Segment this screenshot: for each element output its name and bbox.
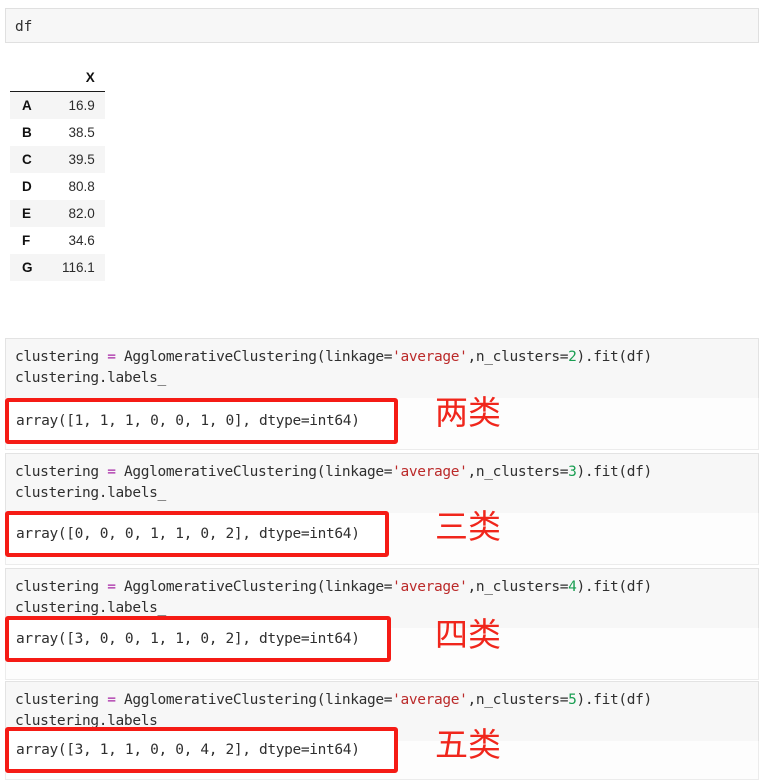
code-suffix: ).fit(df) — [576, 692, 653, 708]
table-corner-cell — [10, 68, 56, 92]
code-var-name: clustering — [15, 692, 108, 708]
code-number-literal: 4 — [568, 579, 577, 595]
code-suffix: ).fit(df) — [576, 349, 653, 365]
table-cell-value: 38.5 — [56, 119, 105, 146]
table-cell-value: 16.9 — [56, 91, 105, 119]
code-cell-clustering-3[interactable]: clustering = AgglomerativeClustering(lin… — [5, 453, 759, 514]
table-row-index: A — [10, 91, 56, 119]
code-call-expression: AgglomerativeClustering(linkage= — [115, 464, 393, 480]
table-row: A 16.9 — [10, 91, 105, 119]
table-cell-value: 82.0 — [56, 200, 105, 227]
code-number-literal: 3 — [568, 464, 577, 480]
code-operator: = — [107, 579, 116, 595]
table-row-index: E — [10, 200, 56, 227]
table-row-index: C — [10, 146, 56, 173]
table-row: C 39.5 — [10, 146, 105, 173]
code-arg-separator: ,n_clusters= — [467, 579, 569, 595]
code-suffix: ).fit(df) — [576, 579, 653, 595]
code-arg-separator: ,n_clusters= — [467, 692, 569, 708]
table-row: G 116.1 — [10, 254, 105, 281]
table-row: F 34.6 — [10, 227, 105, 254]
output-highlight-box-1: array([1, 1, 1, 0, 0, 1, 0], dtype=int64… — [5, 398, 398, 444]
table-cell-value: 116.1 — [56, 254, 105, 281]
code-var-name: clustering — [15, 579, 108, 595]
code-arg-separator: ,n_clusters= — [467, 464, 569, 480]
code-operator: = — [107, 349, 116, 365]
code-var-name: clustering — [15, 464, 108, 480]
code-var-name: clustering — [15, 349, 108, 365]
code-string-literal: 'average' — [392, 349, 468, 365]
annotation-label-3: 四类 — [435, 615, 501, 654]
annotation-label-1: 两类 — [435, 393, 501, 432]
code-call-expression: AgglomerativeClustering(linkage= — [115, 692, 393, 708]
output-array-text-4: array([3, 1, 1, 0, 0, 4, 2], dtype=int64… — [16, 741, 360, 758]
code-operator: = — [107, 692, 116, 708]
code-operator: = — [107, 464, 116, 480]
code-suffix: ).fit(df) — [576, 464, 653, 480]
code-second-line: clustering.labels_ — [15, 370, 166, 386]
output-highlight-box-2: array([0, 0, 0, 1, 1, 0, 2], dtype=int64… — [5, 511, 389, 557]
code-cell-df-text: df — [15, 19, 33, 35]
table-cell-value: 34.6 — [56, 227, 105, 254]
code-number-literal: 5 — [568, 692, 577, 708]
code-cell-df[interactable]: df — [5, 8, 759, 43]
table-row: D 80.8 — [10, 173, 105, 200]
annotation-label-2: 三类 — [435, 507, 501, 546]
table-header-row: X — [10, 68, 105, 92]
table-column-header-x: X — [56, 68, 105, 92]
table-row-index: F — [10, 227, 56, 254]
code-second-line: clustering.labels_ — [15, 485, 166, 501]
code-call-expression: AgglomerativeClustering(linkage= — [115, 579, 393, 595]
output-highlight-box-3: array([3, 0, 0, 1, 1, 0, 2], dtype=int64… — [5, 616, 391, 662]
table-row: E 82.0 — [10, 200, 105, 227]
annotation-label-4: 五类 — [435, 725, 501, 764]
table-cell-value: 39.5 — [56, 146, 105, 173]
output-highlight-box-4: array([3, 1, 1, 0, 0, 4, 2], dtype=int64… — [5, 727, 398, 773]
output-array-text-3: array([3, 0, 0, 1, 1, 0, 2], dtype=int64… — [16, 630, 360, 647]
table-row-index: B — [10, 119, 56, 146]
table-row: B 38.5 — [10, 119, 105, 146]
code-number-literal: 2 — [568, 349, 577, 365]
table-row-index: D — [10, 173, 56, 200]
code-string-literal: 'average' — [392, 464, 468, 480]
code-call-expression: AgglomerativeClustering(linkage= — [115, 349, 393, 365]
code-arg-separator: ,n_clusters= — [467, 349, 569, 365]
table-cell-value: 80.8 — [56, 173, 105, 200]
code-cell-clustering-2[interactable]: clustering = AgglomerativeClustering(lin… — [5, 338, 759, 399]
code-second-line: clustering.labels_ — [15, 600, 166, 616]
dataframe-output-table: X A 16.9 B 38.5 C 39.5 D 80.8 E 82.0 F 3… — [10, 68, 105, 281]
code-string-literal: 'average' — [392, 579, 468, 595]
output-array-text-2: array([0, 0, 0, 1, 1, 0, 2], dtype=int64… — [16, 525, 360, 542]
table-row-index: G — [10, 254, 56, 281]
code-string-literal: 'average' — [392, 692, 468, 708]
output-array-text-1: array([1, 1, 1, 0, 0, 1, 0], dtype=int64… — [16, 412, 360, 429]
